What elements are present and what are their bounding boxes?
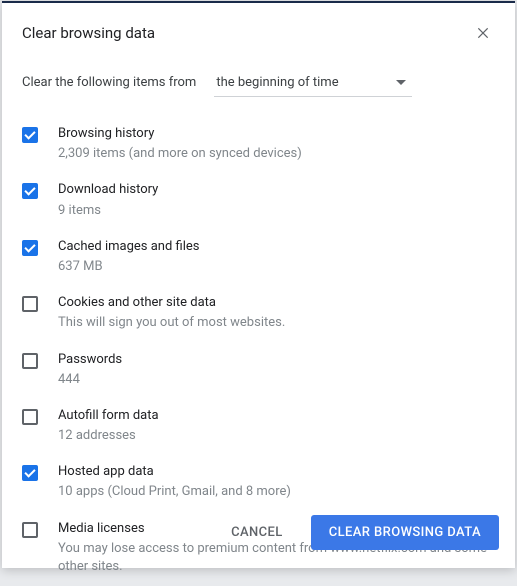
dialog-footer: CANCEL CLEAR BROWSING DATA bbox=[2, 501, 515, 568]
clear-data-button[interactable]: CLEAR BROWSING DATA bbox=[311, 515, 499, 550]
checkbox[interactable] bbox=[22, 183, 38, 199]
data-type-item: Browsing history 2,309 items (and more on… bbox=[22, 117, 495, 173]
data-type-item: Download history 9 items bbox=[22, 173, 495, 229]
item-subtitle: 9 items bbox=[58, 202, 495, 220]
data-type-item: Passwords 444 bbox=[22, 343, 495, 399]
dialog-header: Clear browsing data bbox=[2, 3, 515, 47]
item-subtitle: 10 apps (Cloud Print, Gmail, and 8 more) bbox=[58, 483, 495, 501]
checkbox[interactable] bbox=[22, 353, 38, 369]
item-subtitle: 2,309 items (and more on synced devices) bbox=[58, 145, 495, 163]
item-title: Hosted app data bbox=[58, 463, 495, 481]
item-text: Passwords 444 bbox=[58, 351, 495, 389]
item-text: Hosted app data 10 apps (Cloud Print, Gma… bbox=[58, 463, 495, 501]
item-title: Cached images and files bbox=[58, 238, 495, 256]
item-title: Passwords bbox=[58, 351, 495, 369]
item-text: Browsing history 2,309 items (and more on… bbox=[58, 125, 495, 163]
close-icon bbox=[476, 26, 490, 40]
dialog-title: Clear browsing data bbox=[22, 24, 155, 42]
time-range-label: Clear the following items from bbox=[22, 75, 196, 90]
item-title: Download history bbox=[58, 181, 495, 199]
close-button[interactable] bbox=[469, 19, 497, 47]
item-text: Cookies and other site data This will sig… bbox=[58, 294, 495, 332]
time-range-value: the beginning of time bbox=[216, 75, 338, 90]
item-title: Autofill form data bbox=[58, 407, 495, 425]
time-range-dropdown[interactable]: the beginning of time bbox=[214, 71, 412, 97]
item-text: Cached images and files 637 MB bbox=[58, 238, 495, 276]
item-subtitle: 637 MB bbox=[58, 258, 495, 276]
time-range-row: Clear the following items from the begin… bbox=[2, 47, 515, 107]
data-type-item: Cookies and other site data This will sig… bbox=[22, 286, 495, 342]
data-type-item: Cached images and files 637 MB bbox=[22, 230, 495, 286]
item-text: Autofill form data 12 addresses bbox=[58, 407, 495, 445]
item-subtitle: 444 bbox=[58, 371, 495, 389]
data-type-item: Autofill form data 12 addresses bbox=[22, 399, 495, 455]
item-text: Download history 9 items bbox=[58, 181, 495, 219]
chevron-down-icon bbox=[396, 80, 406, 85]
clear-browsing-data-dialog: Clear browsing data Clear the following … bbox=[2, 1, 515, 568]
item-title: Cookies and other site data bbox=[58, 294, 495, 312]
item-title: Browsing history bbox=[58, 125, 495, 143]
checkbox[interactable] bbox=[22, 409, 38, 425]
item-subtitle: This will sign you out of most websites. bbox=[58, 314, 495, 332]
checkbox[interactable] bbox=[22, 296, 38, 312]
cancel-button[interactable]: CANCEL bbox=[213, 515, 301, 550]
checkbox[interactable] bbox=[22, 240, 38, 256]
item-subtitle: 12 addresses bbox=[58, 427, 495, 445]
checkbox[interactable] bbox=[22, 127, 38, 143]
checkbox[interactable] bbox=[22, 465, 38, 481]
